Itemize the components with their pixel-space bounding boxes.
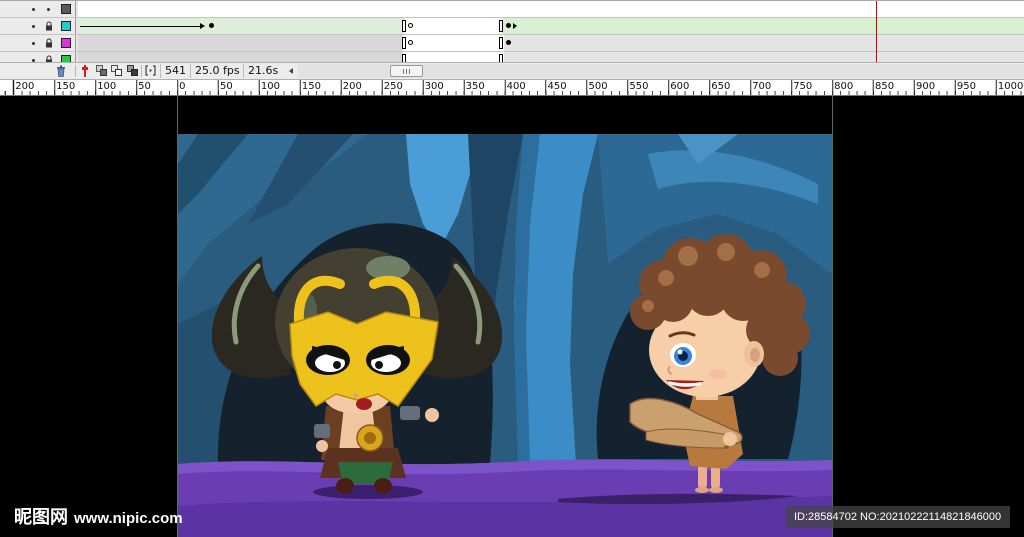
ground-shade: [178, 496, 832, 537]
ruler-label: 150: [301, 81, 321, 92]
keyframe-marker[interactable]: [506, 23, 511, 28]
layer-controls: [0, 52, 76, 62]
blank-keyframe-marker[interactable]: [408, 40, 413, 45]
layer-outline-color-swatch[interactable]: [61, 4, 71, 14]
ruler-label: 950: [956, 81, 976, 92]
toolbar-separator: [75, 65, 76, 77]
layer-row[interactable]: [0, 1, 1024, 18]
frame-rate-readout[interactable]: 25.0 fps: [190, 64, 242, 78]
ruler-label: 500: [588, 81, 608, 92]
layer-frames[interactable]: [78, 1, 1024, 17]
elapsed-time-readout: 21.6s: [243, 64, 283, 78]
frame-span: [78, 52, 403, 62]
frame-span: [78, 35, 403, 51]
ruler-label: 50: [138, 81, 151, 92]
keyframe-marker[interactable]: [209, 23, 214, 28]
layer-controls: [0, 1, 76, 17]
timeline-controls-bar: 541 25.0 fps 21.6s: [0, 62, 1024, 80]
layer-row[interactable]: [0, 52, 1024, 62]
layer-controls: [0, 18, 76, 34]
ruler-label: 100: [97, 81, 117, 92]
ruler-label: 900: [916, 81, 936, 92]
ruler-label: 700: [752, 81, 772, 92]
ruler-label: 400: [506, 81, 526, 92]
blank-keyframe-marker[interactable]: [408, 23, 413, 28]
caveman-ear-inner: [750, 348, 760, 362]
ruler-label: 1000: [997, 81, 1024, 92]
eye-toggle-dot-icon[interactable]: [32, 42, 35, 45]
caveman-hand: [723, 432, 737, 446]
trash-icon[interactable]: [56, 65, 66, 77]
frame-span: [504, 35, 1024, 51]
ruler-label: 350: [465, 81, 485, 92]
frame-span-end-marker[interactable]: [402, 20, 406, 32]
scroll-left-arrow-icon[interactable]: [289, 68, 293, 74]
timeline-panel: [0, 0, 1024, 62]
ruler-label: 250: [383, 81, 403, 92]
toolbar-separator: [141, 65, 142, 77]
edit-multiple-frames-icon[interactable]: [127, 65, 138, 76]
frame-span-end-marker[interactable]: [499, 54, 503, 62]
layer-frames[interactable]: [78, 18, 1024, 34]
watermark-site-name: 昵图网: [14, 507, 68, 528]
ruler-label: 150: [56, 81, 76, 92]
caveman-cheek: [709, 369, 727, 379]
layer-row[interactable]: [0, 35, 1024, 52]
layer-outline-color-swatch[interactable]: [61, 21, 71, 31]
ruler-label: 750: [793, 81, 813, 92]
frame-span-end-marker[interactable]: [402, 54, 406, 62]
layer-outline-color-swatch[interactable]: [61, 38, 71, 48]
tween-arrow-line: [80, 26, 202, 27]
grip-icon: [403, 69, 410, 74]
onion-skin-icon[interactable]: [96, 65, 107, 76]
lock-icon[interactable]: [45, 55, 53, 62]
ruler-label: 300: [424, 81, 444, 92]
center-frame-icon[interactable]: [81, 65, 89, 77]
scrollbar-thumb[interactable]: [390, 65, 423, 77]
stage-artwork[interactable]: [178, 134, 832, 537]
tween-arrow-icon: [513, 23, 517, 29]
ruler-label: 650: [711, 81, 731, 92]
watermark-id-box: ID:28584702 NO:20210222114821846000: [786, 506, 1010, 528]
onion-skin-outlines-icon[interactable]: [111, 65, 122, 76]
watermark-url: www.nipic.com: [74, 510, 183, 527]
ruler-label: 100: [260, 81, 280, 92]
current-frame-readout: 541: [160, 64, 189, 78]
tween-span: [502, 18, 1024, 34]
ruler-label: 800: [834, 81, 854, 92]
ruler-label: 200: [342, 81, 362, 92]
horizontal-ruler: 200 150 100 50 0 50 100 150 200 250 300 350 400 450 50…: [0, 80, 1024, 96]
ruler-label: 200: [15, 81, 35, 92]
layer-row[interactable]: [0, 18, 1024, 35]
keyframe-marker[interactable]: [506, 40, 511, 45]
eye-toggle-dot-icon[interactable]: [32, 25, 35, 28]
frame-span-end-marker[interactable]: [499, 37, 503, 49]
eye-toggle-dot-icon[interactable]: [32, 8, 35, 11]
watermark-logo: 昵图网 www.nipic.com: [14, 506, 183, 530]
viking-mouth: [356, 398, 372, 410]
tween-arrow-icon: [200, 23, 205, 29]
ruler-label: 50: [220, 81, 233, 92]
playhead[interactable]: [876, 1, 877, 62]
caveman-eye: [670, 343, 696, 367]
layer-frames[interactable]: [78, 52, 1024, 62]
layer-frames[interactable]: [78, 35, 1024, 51]
frame-span: [504, 52, 1024, 62]
lock-icon[interactable]: [45, 38, 53, 48]
ruler-label: 0: [179, 81, 186, 92]
layer-outline-color-swatch[interactable]: [61, 55, 71, 62]
lock-icon[interactable]: [45, 21, 53, 31]
frame-span-end-marker[interactable]: [402, 37, 406, 49]
character-shadow: [313, 485, 423, 499]
ruler-label: 450: [547, 81, 567, 92]
layer-controls: [0, 35, 76, 51]
ruler-label: 600: [670, 81, 690, 92]
watermark-image-id: ID:28584702 NO:20210222114821846000: [794, 511, 1002, 523]
frame-span-end-marker[interactable]: [499, 20, 503, 32]
modify-markers-icon[interactable]: [145, 65, 156, 76]
lock-toggle-dot-icon[interactable]: [47, 8, 50, 11]
ruler-label: 550: [629, 81, 649, 92]
ruler-label: 850: [875, 81, 895, 92]
